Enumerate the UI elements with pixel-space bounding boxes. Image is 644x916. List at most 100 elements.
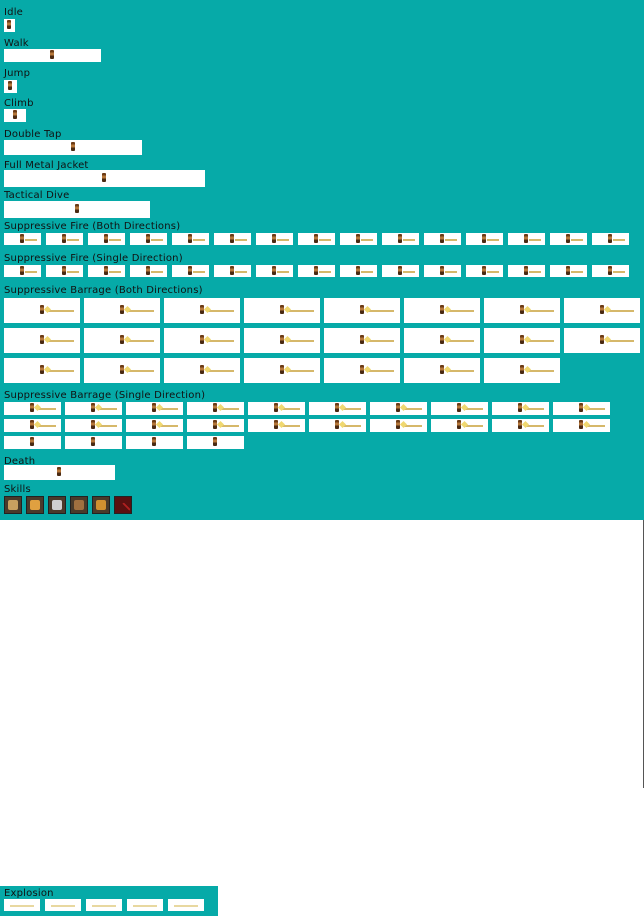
character-sprite (440, 266, 444, 275)
bullet-trail (128, 310, 154, 312)
suppressive-fire-both-frame (382, 233, 419, 245)
suppressive-barrage-both-frame (4, 358, 80, 383)
bullet-trail (128, 340, 154, 342)
bullet-trail (487, 239, 499, 241)
explosion-frame (127, 899, 163, 911)
suppressive-barrage-single-frame (309, 402, 366, 415)
bullet-trail (208, 370, 234, 372)
suppressive-barrage-both-frame (324, 358, 400, 383)
character-sprite (482, 266, 486, 275)
bullet-trail (25, 239, 37, 241)
suppressive-barrage-both-frame (324, 328, 400, 353)
suppressive-barrage-single-frame (187, 436, 244, 449)
suppressive-barrage-both-frame (404, 298, 480, 323)
label-double-tap: Double Tap (4, 129, 62, 140)
explosion-burst (92, 905, 116, 907)
bullet-trail (193, 239, 205, 241)
suppressive-fire-both-frame (88, 233, 125, 245)
bullet-trail (361, 239, 373, 241)
label-idle: Idle (4, 7, 24, 18)
double-tap-icon-glyph (8, 500, 18, 510)
bullet-trail (571, 239, 583, 241)
suppressive-barrage-single-frame (4, 419, 61, 432)
bullet-trail (528, 370, 554, 372)
bullet-trail (448, 310, 474, 312)
bullet-trail (608, 310, 634, 312)
suppressive-barrage-both-frame (244, 358, 320, 383)
suppressive-fire-both-frame (4, 233, 41, 245)
suppressive-barrage-both-frame (164, 298, 240, 323)
jump-frame (4, 80, 17, 93)
label-climb: Climb (4, 98, 34, 109)
locked-skill-icon (114, 496, 132, 518)
label-walk: Walk (4, 38, 29, 49)
suppressive-barrage-both-frame (84, 328, 160, 353)
suppressive-fire-single-frame (214, 265, 251, 277)
bullet-trail (319, 271, 331, 273)
full-metal-jacket-icon-glyph (30, 500, 40, 510)
idle-frame (4, 19, 15, 32)
suppressive-fire-single-frame (340, 265, 377, 277)
bullet-trail (151, 271, 163, 273)
bullet-trail (529, 239, 541, 241)
suppressive-barrage-single-frame (431, 419, 488, 432)
suppressive-fire-single-frame (298, 265, 335, 277)
explosion-frame (45, 899, 81, 911)
bullet-trail (48, 340, 74, 342)
suppressive-fire-single-frame (130, 265, 167, 277)
character-sprite (272, 266, 276, 275)
suppressive-barrage-both-frame (84, 298, 160, 323)
bullet-trail (277, 271, 289, 273)
bullet-trail (613, 271, 625, 273)
suppressive-fire-both-frame (46, 233, 83, 245)
suppressive-barrage-single-frame (187, 402, 244, 415)
label-jump: Jump (4, 68, 31, 79)
suppressive-fire-both-frame (466, 233, 503, 245)
suppressive-barrage-single-frame (65, 402, 122, 415)
character-sprite (104, 266, 108, 275)
character-sprite (146, 266, 150, 275)
character-sprite (8, 81, 12, 90)
suppressive-fire-both-frame (340, 233, 377, 245)
suppressive-fire-single-frame (382, 265, 419, 277)
character-sprite (398, 266, 402, 275)
suppressive-barrage-single-frame (370, 402, 427, 415)
explosion-burst (51, 905, 75, 907)
suppressive-barrage-single-frame (248, 402, 305, 415)
bullet-trail (193, 271, 205, 273)
bullet-trail (403, 271, 415, 273)
character-sprite (13, 110, 17, 119)
double-tap-icon (4, 496, 22, 514)
bullet-trail (487, 271, 499, 273)
suppressive-fire-single-frame (4, 265, 41, 277)
tactical-dive-frame (4, 201, 150, 218)
suppressive-barrage-both-frame (164, 358, 240, 383)
bullet-trail (67, 271, 79, 273)
bullet-trail (109, 271, 121, 273)
character-sprite (146, 234, 150, 243)
character-sprite (356, 266, 360, 275)
suppressive-barrage-both-frame (564, 298, 640, 323)
character-sprite (75, 204, 79, 213)
suppressive-fire-icon (70, 496, 88, 514)
label-skills: Skills (4, 484, 31, 495)
character-sprite (213, 437, 217, 446)
suppressive-fire-single-frame (424, 265, 461, 277)
suppressive-barrage-both-frame (564, 328, 640, 353)
suppressive-barrage-both-frame (164, 328, 240, 353)
character-sprite (566, 266, 570, 275)
suppressive-fire-single-frame (592, 265, 629, 277)
character-sprite (91, 437, 95, 446)
suppressive-fire-both-frame (424, 233, 461, 245)
explosion-burst (133, 905, 157, 907)
double-tap-frame (4, 140, 142, 155)
bullet-trail (109, 239, 121, 241)
character-sprite (356, 234, 360, 243)
character-sprite (398, 234, 402, 243)
character-sprite (102, 173, 106, 182)
character-sprite (524, 266, 528, 275)
suppressive-barrage-both-frame (4, 328, 80, 353)
suppressive-barrage-both-frame (324, 298, 400, 323)
suppressive-fire-icon-glyph (74, 500, 84, 510)
suppressive-barrage-both-frame (244, 328, 320, 353)
